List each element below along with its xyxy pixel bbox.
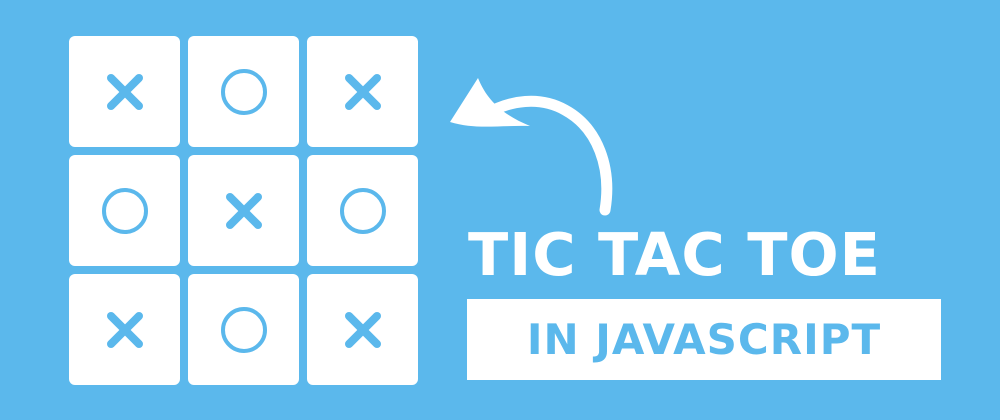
x-mark-icon <box>106 311 143 348</box>
board-cell-7[interactable] <box>69 274 180 385</box>
x-mark-icon <box>344 73 381 110</box>
board-cell-5[interactable] <box>188 155 299 266</box>
page-title: TIC TAC TOE <box>468 220 881 289</box>
x-mark-icon <box>106 73 143 110</box>
o-mark-icon <box>220 306 267 353</box>
board-cell-1[interactable] <box>69 36 180 147</box>
x-mark-icon <box>344 311 381 348</box>
o-mark-icon <box>101 187 148 234</box>
o-mark-icon <box>339 187 386 234</box>
subtitle-banner: IN JAVASCRIPT <box>467 299 941 380</box>
board-cell-8[interactable] <box>188 274 299 385</box>
tic-tac-toe-board <box>69 36 425 392</box>
page-subtitle: IN JAVASCRIPT <box>526 314 882 364</box>
board-cell-9[interactable] <box>307 274 418 385</box>
board-cell-2[interactable] <box>188 36 299 147</box>
x-mark-icon <box>225 192 262 229</box>
board-cell-4[interactable] <box>69 155 180 266</box>
o-mark-icon <box>220 68 267 115</box>
board-cell-6[interactable] <box>307 155 418 266</box>
banner: TIC TAC TOE IN JAVASCRIPT <box>0 0 1000 420</box>
curved-arrow-icon <box>450 78 613 216</box>
board-cell-3[interactable] <box>307 36 418 147</box>
